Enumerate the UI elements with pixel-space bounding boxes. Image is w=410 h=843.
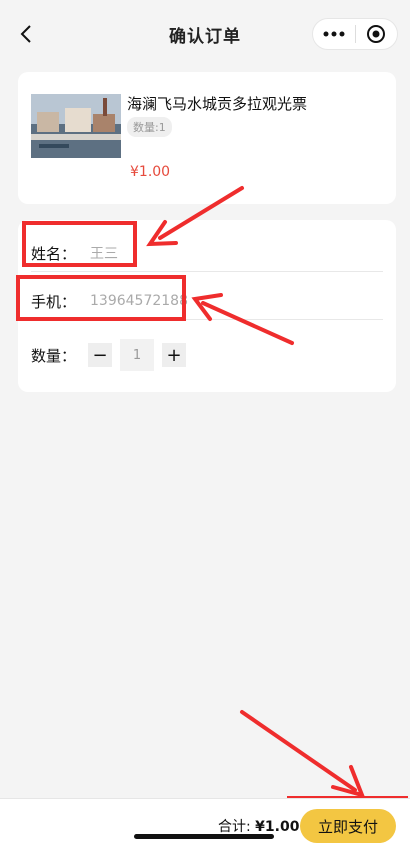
product-card: 海澜飞马水城贡多拉观光票 数量:1 ¥1.00 — [18, 72, 396, 204]
close-button[interactable] — [356, 19, 398, 49]
annotation-box — [16, 275, 186, 321]
order-total: 合计: ¥1.00 — [218, 816, 299, 836]
annotation-box — [22, 221, 137, 267]
quantity-badge: 数量:1 — [127, 117, 172, 137]
divider — [31, 271, 383, 272]
total-value: ¥1.00 — [255, 819, 300, 835]
product-name: 海澜飞马水城贡多拉观光票 — [127, 95, 308, 113]
product-price: ¥1.00 — [130, 164, 171, 180]
quantity-label: 数量： — [31, 346, 77, 365]
more-button[interactable] — [313, 19, 355, 49]
product-image — [31, 94, 121, 158]
total-label: 合计: — [218, 819, 251, 835]
home-indicator — [134, 834, 274, 839]
pay-now-button[interactable]: 立即支付 — [300, 809, 396, 843]
nav-bar: 确认订单 — [0, 0, 410, 66]
quantity-row: 数量： − 1 + — [31, 338, 383, 372]
increment-button[interactable]: + — [162, 343, 187, 367]
decrement-button[interactable]: − — [88, 343, 113, 367]
more-dots-icon — [323, 31, 345, 37]
mini-program-capsule — [312, 18, 398, 50]
quantity-input[interactable]: 1 — [120, 339, 155, 371]
close-circle-icon — [367, 25, 386, 43]
